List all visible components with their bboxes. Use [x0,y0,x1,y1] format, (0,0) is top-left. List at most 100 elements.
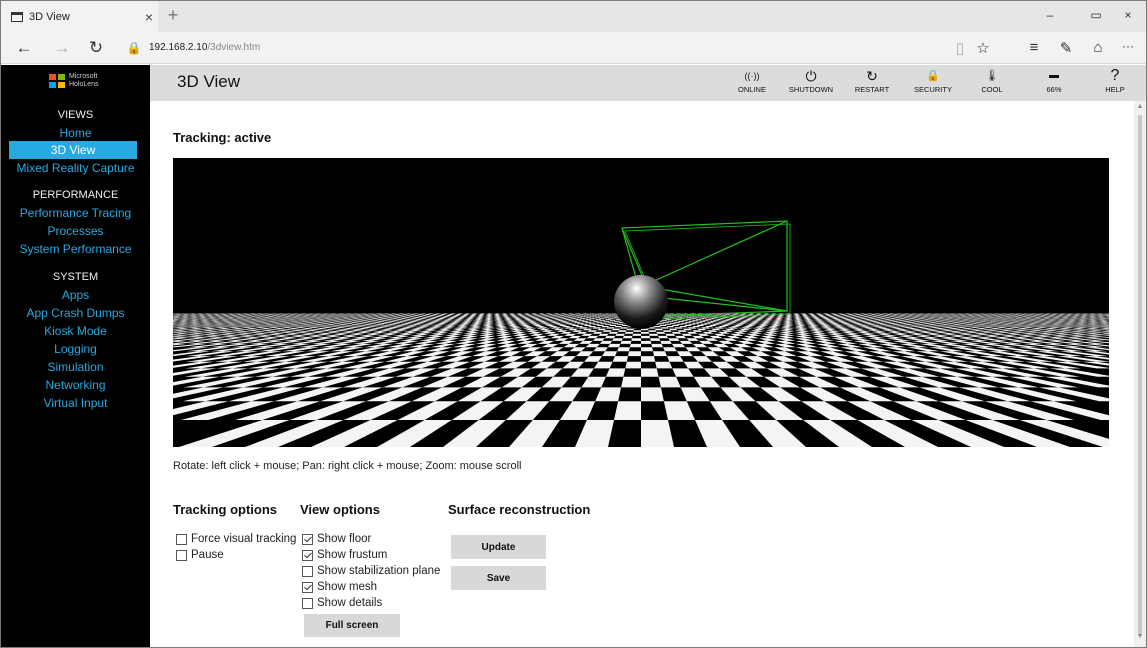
address-bar: ← → ↻ 🔒 192.168.2.10/3dview.htm ▯ ☆ ≡ ✎ … [1,32,1146,64]
show-frustum-checkbox[interactable] [302,549,313,561]
sidebar-item-mixed-reality-capture[interactable]: Mixed Reality Capture [1,159,150,177]
show-stabilization-plane-option[interactable]: Show stabilization plane [302,565,440,577]
show-floor-checkbox[interactable] [302,533,313,545]
microsoft-logo-icon [49,74,65,88]
sidebar-heading-views: VIEWS [57,109,94,121]
battery-button[interactable]: ▬ 66% [1027,67,1081,99]
tab-title: 3D View [29,10,70,23]
url-field[interactable]: 192.168.2.10/3dview.htm [149,42,260,53]
tracking-options-title: Tracking options [173,502,278,517]
lock-icon: 🔒 [926,70,940,82]
sidebar-heading-system: SYSTEM [52,271,99,283]
online-label: ONLINE [738,85,766,94]
hub-icon[interactable]: ≡ [1024,39,1044,56]
battery-label: 66% [1046,85,1062,94]
thermal-button[interactable]: 🌡 COOL [965,67,1019,99]
url-host: 192.168.2.10 [149,42,208,53]
full-screen-button[interactable]: Full screen [304,614,400,637]
scroll-down-icon[interactable]: ▼ [1134,633,1146,640]
device-sphere [614,275,668,329]
show-details-checkbox[interactable] [302,597,313,609]
sidebar-item-apps[interactable]: Apps [1,286,150,304]
show-details-label: Show details [317,597,383,609]
show-stabilization-plane-label: Show stabilization plane [317,565,441,577]
browser-window: 3D View × + – ▭ × ← → ↻ 🔒 192.168.2.10/3… [0,0,1147,648]
logo-text: Microsoft HoloLens [69,73,99,88]
url-path: /3dview.htm [207,42,261,53]
sidebar-item-networking[interactable]: Networking [1,376,150,394]
shutdown-button[interactable]: ⏻ SHUTDOWN [784,67,838,99]
show-frustum-label: Show frustum [317,549,388,561]
controls-hint: Rotate: left click + mouse; Pan: right c… [173,460,522,472]
share-icon[interactable]: ⌂ [1088,39,1108,56]
lock-icon: 🔒 [126,41,142,55]
help-icon: ? [1110,67,1120,84]
tab-bar: 3D View × + – ▭ × [1,1,1146,32]
show-frustum-option[interactable]: Show frustum [302,549,387,561]
sidebar-item-performance-tracing[interactable]: Performance Tracing [1,204,150,222]
update-button[interactable]: Update [451,535,546,559]
sidebar-item-processes[interactable]: Processes [1,222,150,240]
shutdown-label: SHUTDOWN [788,85,834,94]
surface-reconstruction-title: Surface reconstruction [448,502,591,517]
sidebar-item-3d-view[interactable]: 3D View [9,141,137,159]
battery-icon: ▬ [1049,70,1059,81]
3d-scene [173,158,1109,447]
show-details-option[interactable]: Show details [302,597,382,609]
force-visual-tracking-label: Force visual tracking [191,533,297,545]
show-floor-option[interactable]: Show floor [302,533,371,545]
show-floor-label: Show floor [317,533,372,545]
restart-label: RESTART [854,85,890,94]
show-mesh-label: Show mesh [317,581,378,593]
sidebar-item-logging[interactable]: Logging [1,340,150,358]
scroll-thumb[interactable] [1138,115,1142,635]
page-title: 3D View [177,72,240,91]
sidebar-item-home[interactable]: Home [1,124,150,142]
show-stabilization-plane-checkbox[interactable] [302,565,313,577]
sidebar: Microsoft HoloLens VIEWS Home 3D View Mi… [1,65,150,647]
page-header: 3D View ((·)) ONLINE ⏻ SHUTDOWN ↻ RESTAR… [150,65,1146,101]
page-scrollbar[interactable]: ▲ ▼ [1134,101,1146,647]
restore-icon[interactable]: ▭ [1086,8,1106,22]
forward-icon[interactable]: → [51,38,73,58]
pause-checkbox[interactable] [176,549,187,561]
help-label: HELP [1105,85,1125,94]
sidebar-item-simulation[interactable]: Simulation [1,358,150,376]
save-button[interactable]: Save [451,566,546,590]
back-icon[interactable]: ← [13,38,35,58]
web-note-icon[interactable]: ✎ [1056,39,1076,57]
restart-icon: ↻ [866,68,878,84]
force-visual-tracking-option[interactable]: Force visual tracking [176,533,296,545]
security-button[interactable]: 🔒 SECURITY [906,67,960,99]
minimize-icon[interactable]: – [1040,8,1060,22]
security-label: SECURITY [914,85,952,94]
window-close-icon[interactable]: × [1118,8,1138,22]
hololens-logo: Microsoft HoloLens [49,73,99,89]
view-options-title: View options [300,502,380,517]
favorite-star-icon[interactable]: ☆ [973,39,993,57]
more-icon[interactable]: ··· [1118,39,1138,53]
online-button[interactable]: ((·)) ONLINE [725,67,779,99]
force-visual-tracking-checkbox[interactable] [176,533,187,545]
pause-option[interactable]: Pause [176,549,224,561]
3d-viewport[interactable] [173,158,1109,447]
scroll-up-icon[interactable]: ▲ [1134,103,1146,110]
show-mesh-checkbox[interactable] [302,581,313,593]
sidebar-item-system-performance[interactable]: System Performance [1,240,150,258]
sidebar-item-virtual-input[interactable]: Virtual Input [1,394,150,412]
browser-tab[interactable]: 3D View × [1,1,158,32]
show-mesh-option[interactable]: Show mesh [302,581,377,593]
close-tab-icon[interactable]: × [140,9,158,25]
refresh-icon[interactable]: ↻ [85,38,107,58]
sidebar-item-kiosk-mode[interactable]: Kiosk Mode [1,322,150,340]
help-button[interactable]: ? HELP [1088,67,1142,99]
restart-button[interactable]: ↻ RESTART [845,67,899,99]
reading-view-icon[interactable]: ▯ [950,39,970,57]
main-content: Tracking: active Rotate: left click + mo… [150,101,1134,647]
wifi-icon: ((·)) [744,71,760,81]
tracking-status: Tracking: active [173,130,272,145]
pause-label: Pause [191,549,224,561]
sidebar-item-app-crash-dumps[interactable]: App Crash Dumps [1,304,150,322]
thermometer-icon: 🌡 [985,70,999,82]
new-tab-icon[interactable]: + [163,5,183,26]
